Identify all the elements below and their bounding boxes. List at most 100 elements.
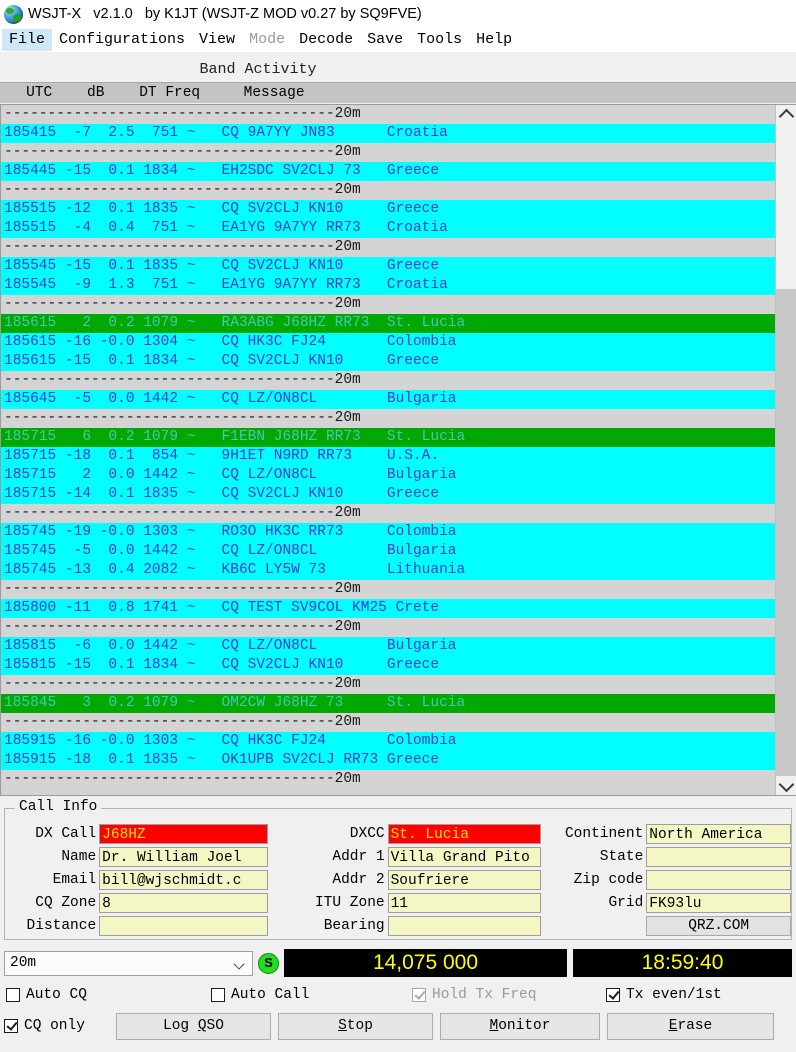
auto-cq-checkbox[interactable]: Auto CQ bbox=[6, 987, 211, 1003]
band-separator-row: --------------------------------------20… bbox=[1, 181, 775, 200]
call-info-row: DX Call J68HZ DXCC St. Lucia Continent N… bbox=[5, 823, 792, 845]
tx-even-1st-checkbox[interactable]: Tx even/1st bbox=[606, 987, 722, 1003]
band-activity-row[interactable]: 185615 2 0.2 1079 ~ RA3ABG J68HZ RR73 St… bbox=[1, 314, 775, 333]
grid-field[interactable]: FK93lu bbox=[646, 893, 792, 913]
bearing-field[interactable] bbox=[387, 916, 542, 936]
chevron-up-icon bbox=[778, 108, 794, 124]
continent-label: Continent bbox=[564, 826, 644, 842]
action-button-row: CQ only Log QSO Stop Monitor Erase bbox=[0, 1011, 796, 1041]
bottom-control-bar: 20m S 14,075 000 18:59:40 Auto CQ Auto C… bbox=[0, 948, 796, 1041]
email-field[interactable]: bill@wjschmidt.c bbox=[99, 870, 268, 890]
hold-tx-freq-label: Hold Tx Freq bbox=[432, 987, 537, 1003]
band-activity-row[interactable]: 185915 -18 0.1 1835 ~ OK1UPB SV2CLJ RR73… bbox=[1, 751, 775, 770]
band-activity-row[interactable]: 185815 -6 0.0 1442 ~ CQ LZ/ON8CL Bulgari… bbox=[1, 637, 775, 656]
band-activity-row[interactable]: 185515 -4 0.4 751 ~ EA1YG 9A7YY RR73 Cro… bbox=[1, 219, 775, 238]
band-separator-row: --------------------------------------20… bbox=[1, 580, 775, 599]
monitor-button[interactable]: Monitor bbox=[440, 1012, 600, 1040]
band-activity-row[interactable]: 185545 -15 0.1 1835 ~ CQ SV2CLJ KN10 Gre… bbox=[1, 257, 775, 276]
email-label: Email bbox=[52, 872, 97, 888]
band-activity-list[interactable]: --------------------------------------20… bbox=[1, 105, 775, 795]
band-activity-row[interactable]: 185615 -15 0.1 1834 ~ CQ SV2CLJ KN10 Gre… bbox=[1, 352, 775, 371]
checkbox-box-icon bbox=[606, 988, 620, 1002]
log-qso-button[interactable]: Log QSO bbox=[116, 1012, 271, 1040]
auto-call-checkbox[interactable]: Auto Call bbox=[211, 987, 412, 1003]
itu-zone-field[interactable]: 11 bbox=[387, 893, 542, 913]
band-separator-row: --------------------------------------20… bbox=[1, 504, 775, 523]
band-activity-row[interactable]: 185815 -15 0.1 1834 ~ CQ SV2CLJ KN10 Gre… bbox=[1, 656, 775, 675]
addr1-field[interactable]: Villa Grand Pito bbox=[387, 847, 542, 867]
continent-field[interactable]: North America bbox=[646, 824, 792, 844]
zip-code-label: Zip code bbox=[573, 872, 644, 888]
menu-item-file[interactable]: File bbox=[2, 29, 53, 51]
menu-item-tools[interactable]: Tools bbox=[410, 29, 469, 51]
distance-field[interactable] bbox=[99, 916, 268, 936]
qrz-com-button[interactable]: QRZ.COM bbox=[646, 916, 792, 936]
cq-zone-field[interactable]: 8 bbox=[99, 893, 268, 913]
scroll-down-button[interactable] bbox=[776, 776, 796, 795]
menu-item-configurations[interactable]: Configurations bbox=[52, 29, 192, 51]
band-activity-row[interactable]: 185515 -12 0.1 1835 ~ CQ SV2CLJ KN10 Gre… bbox=[1, 200, 775, 219]
band-activity-row[interactable]: 185715 2 0.0 1442 ~ CQ LZ/ON8CL Bulgaria bbox=[1, 466, 775, 485]
addr1-label: Addr 1 bbox=[332, 849, 385, 865]
band-activity-row[interactable]: 185915 -16 -0.0 1303 ~ CQ HK3C FJ24 Colo… bbox=[1, 732, 775, 751]
erase-button-label: Erase bbox=[668, 1018, 713, 1034]
dx-call-label: DX Call bbox=[35, 826, 97, 842]
menu-item-decode[interactable]: Decode bbox=[292, 29, 360, 51]
zip-code-field[interactable] bbox=[646, 870, 792, 890]
clock-display: 18:59:40 bbox=[573, 949, 792, 977]
band-activity-list-container: --------------------------------------20… bbox=[0, 104, 796, 796]
band-activity-title: Band Activity bbox=[0, 56, 796, 82]
addr2-label: Addr 2 bbox=[332, 872, 385, 888]
scroll-up-button[interactable] bbox=[776, 105, 796, 124]
band-activity-row[interactable]: 185845 3 0.2 1079 ~ OM2CW J68HZ 73 St. L… bbox=[1, 694, 775, 713]
band-separator-row: --------------------------------------20… bbox=[1, 409, 775, 428]
menu-bar: File Configurations View Mode Decode Sav… bbox=[0, 28, 796, 52]
band-separator-row: --------------------------------------20… bbox=[1, 713, 775, 732]
band-activity-row[interactable]: 185745 -5 0.0 1442 ~ CQ LZ/ON8CL Bulgari… bbox=[1, 542, 775, 561]
menu-item-view[interactable]: View bbox=[192, 29, 242, 51]
band-activity-row[interactable]: 185445 -15 0.1 1834 ~ EH2SDC SV2CLJ 73 G… bbox=[1, 162, 775, 181]
band-activity-row[interactable]: 185745 -19 -0.0 1303 ~ RO3O HK3C RR73 Co… bbox=[1, 523, 775, 542]
band-separator-row: --------------------------------------20… bbox=[1, 143, 775, 162]
log-qso-button-label: Log QSO bbox=[163, 1018, 224, 1034]
state-field[interactable] bbox=[646, 847, 792, 867]
menu-item-help[interactable]: Help bbox=[469, 29, 519, 51]
band-activity-row[interactable]: 185715 -14 0.1 1835 ~ CQ SV2CLJ KN10 Gre… bbox=[1, 485, 775, 504]
scrollbar-thumb[interactable] bbox=[776, 289, 796, 776]
grid-label: Grid bbox=[608, 895, 644, 911]
band-activity-row[interactable]: 185715 6 0.2 1079 ~ F1EBN J68HZ RR73 St.… bbox=[1, 428, 775, 447]
cq-only-checkbox[interactable]: CQ only bbox=[4, 1018, 116, 1034]
checkbox-row: Auto CQ Auto Call Hold Tx Freq Tx even/1… bbox=[0, 981, 796, 1009]
call-info-legend: Call Info bbox=[15, 799, 102, 815]
monitor-button-label: Monitor bbox=[489, 1018, 551, 1034]
band-select[interactable]: 20m bbox=[4, 950, 253, 976]
band-activity-row[interactable]: 185715 -18 0.1 854 ~ 9H1ET N9RD RR73 U.S… bbox=[1, 447, 775, 466]
band-separator-row: --------------------------------------20… bbox=[1, 618, 775, 637]
frequency-display: 14,075 000 bbox=[284, 949, 567, 977]
band-separator-row: --------------------------------------20… bbox=[1, 371, 775, 390]
globe-icon bbox=[4, 4, 23, 24]
addr2-field[interactable]: Soufriere bbox=[387, 870, 542, 890]
distance-label: Distance bbox=[26, 918, 97, 934]
checkbox-box-icon bbox=[412, 988, 426, 1002]
checkbox-box-icon bbox=[4, 1019, 18, 1033]
cq-zone-label: CQ Zone bbox=[35, 895, 97, 911]
band-activity-row[interactable]: 185800 -11 0.8 1741 ~ CQ TEST SV9COL KM2… bbox=[1, 599, 775, 618]
band-separator-row: --------------------------------------20… bbox=[1, 770, 775, 789]
band-separator-row: --------------------------------------20… bbox=[1, 105, 775, 124]
band-separator-row: --------------------------------------20… bbox=[1, 675, 775, 694]
dxcc-field[interactable]: St. Lucia bbox=[387, 824, 542, 844]
band-activity-scrollbar[interactable] bbox=[775, 105, 796, 795]
name-field[interactable]: Dr. William Joel bbox=[99, 847, 268, 867]
band-activity-row[interactable]: 185745 -13 0.4 2082 ~ KB6C LY5W 73 Lithu… bbox=[1, 561, 775, 580]
erase-button[interactable]: Erase bbox=[607, 1012, 774, 1040]
dx-call-field[interactable]: J68HZ bbox=[99, 824, 268, 844]
band-activity-row[interactable]: 185645 -5 0.0 1442 ~ CQ LZ/ON8CL Bulgari… bbox=[1, 390, 775, 409]
menu-item-save[interactable]: Save bbox=[360, 29, 410, 51]
band-activity-row[interactable]: 185415 -7 2.5 751 ~ CQ 9A7YY JN83 Croati… bbox=[1, 124, 775, 143]
title-bar: WSJT-X v2.1.0 by K1JT (WSJT-Z MOD v0.27 … bbox=[0, 0, 796, 28]
stop-button[interactable]: Stop bbox=[278, 1012, 433, 1040]
band-activity-column-headers: UTC dB DT Freq Message bbox=[0, 82, 796, 103]
band-activity-row[interactable]: 185545 -9 1.3 751 ~ EA1YG 9A7YY RR73 Cro… bbox=[1, 276, 775, 295]
band-activity-row[interactable]: 185615 -16 -0.0 1304 ~ CQ HK3C FJ24 Colo… bbox=[1, 333, 775, 352]
